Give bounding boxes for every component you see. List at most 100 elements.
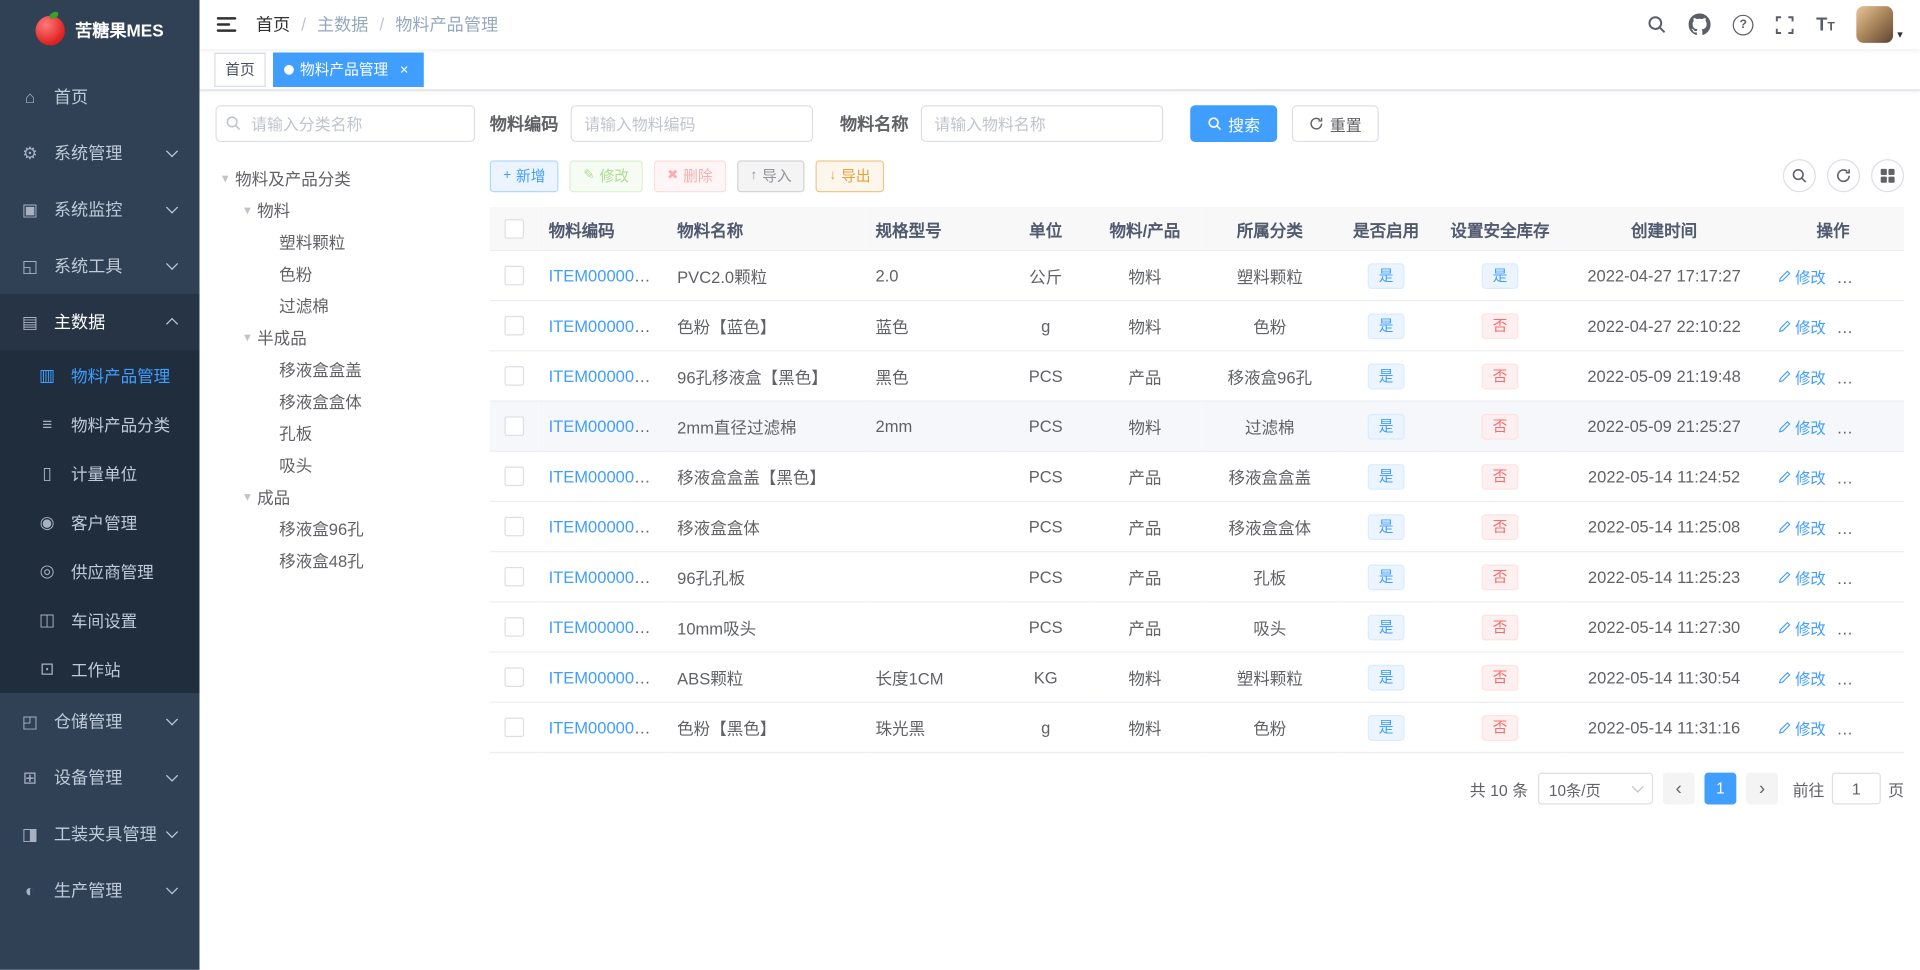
row-checkbox[interactable] (504, 316, 525, 336)
row-delete-link[interactable]: 删除 (1843, 465, 1890, 488)
sidebar-item[interactable]: ▯ 计量单位 (0, 448, 200, 498)
item-code-link[interactable]: ITEM00000055 (549, 668, 662, 686)
row-edit-link[interactable]: 修改 (1778, 465, 1826, 488)
item-code-link[interactable]: ITEM00000051 (549, 467, 662, 485)
page-jump-input[interactable] (1831, 772, 1881, 805)
row-edit-link[interactable]: 修改 (1778, 264, 1826, 287)
row-checkbox[interactable] (504, 265, 525, 286)
tree-node[interactable]: 移液盒盒盖 (216, 353, 476, 385)
fullscreen-icon[interactable] (1776, 15, 1794, 34)
avatar[interactable] (1856, 6, 1894, 43)
row-delete-link[interactable]: 删除 (1843, 364, 1890, 387)
action-button[interactable]: + 新增 (489, 159, 559, 192)
tree-node[interactable]: 移液盒盒体 (216, 384, 476, 416)
item-code-link[interactable]: ITEM00000049 (549, 417, 662, 435)
reset-button[interactable]: 重置 (1291, 105, 1379, 143)
tree-node[interactable]: 移液盒48孔 (216, 544, 476, 576)
row-delete-link[interactable]: 删除 (1843, 716, 1890, 739)
item-code-link[interactable]: ITEM00000054 (549, 618, 662, 636)
tree-node[interactable]: 物料及产品分类 (216, 162, 476, 194)
row-checkbox[interactable] (504, 567, 525, 587)
sidebar-toggle-icon[interactable] (200, 0, 254, 49)
sidebar-item[interactable]: ⚙ 系统管理 (0, 125, 200, 181)
tab[interactable]: 首页 (214, 52, 266, 87)
row-delete-link[interactable]: 删除 (1843, 414, 1890, 437)
tree-node[interactable]: 半成品 (216, 321, 476, 353)
tab-close-icon[interactable] (396, 61, 413, 78)
column-settings-button[interactable] (1871, 159, 1905, 193)
material-code-input[interactable] (570, 105, 814, 143)
row-checkbox[interactable] (504, 617, 525, 638)
category-search-input[interactable] (215, 105, 476, 143)
action-button[interactable]: ✖ 删除 (653, 159, 727, 192)
search-button[interactable]: 搜索 (1190, 105, 1278, 143)
page-size-select[interactable]: 10条/页 (1537, 772, 1654, 805)
sidebar-item[interactable]: ◉ 客户管理 (0, 497, 200, 547)
sidebar-item[interactable]: ≡ 物料产品分类 (0, 399, 200, 449)
sidebar-item[interactable]: ◰ 仓储管理 (0, 693, 200, 749)
breadcrumb-item[interactable]: 主数据 (290, 12, 368, 36)
row-edit-link[interactable]: 修改 (1778, 364, 1826, 387)
action-button[interactable]: ↑ 导入 (737, 159, 806, 192)
row-checkbox[interactable] (504, 366, 525, 386)
row-checkbox[interactable] (504, 416, 525, 437)
breadcrumb-item[interactable]: 首页 (256, 12, 290, 36)
row-delete-link[interactable]: 删除 (1843, 565, 1890, 588)
row-edit-link[interactable]: 修改 (1778, 615, 1826, 638)
sidebar-item[interactable]: ⌂ 首页 (0, 69, 200, 125)
sidebar-item[interactable]: ◫ 车间设置 (0, 595, 200, 645)
item-code-link[interactable]: ITEM00000046 (549, 367, 662, 385)
toggle-search-button[interactable] (1782, 159, 1816, 193)
row-checkbox[interactable] (504, 517, 525, 537)
sidebar-item[interactable]: ▥ 物料产品管理 (0, 350, 200, 400)
tree-node[interactable]: 物料 (216, 193, 476, 225)
sidebar-item[interactable]: ◎ 供应商管理 (0, 546, 200, 596)
row-edit-link[interactable]: 修改 (1778, 565, 1826, 588)
sidebar-item[interactable]: ⊡ 工作站 (0, 644, 200, 694)
row-edit-link[interactable]: 修改 (1778, 515, 1826, 538)
tree-node[interactable]: 塑料颗粒 (216, 225, 476, 257)
item-code-link[interactable]: ITEM00000053 (549, 568, 662, 586)
tree-node[interactable]: 吸头 (216, 448, 476, 480)
tree-node[interactable]: 色粉 (216, 257, 476, 289)
sidebar-item[interactable]: ▤ 主数据 (0, 293, 200, 351)
tree-node[interactable]: 孔板 (216, 416, 476, 448)
tree-node[interactable]: 成品 (216, 480, 476, 512)
item-code-link[interactable]: ITEM00000052 (549, 517, 662, 535)
item-code-link[interactable]: ITEM00000056 (549, 718, 662, 736)
github-icon[interactable] (1688, 13, 1711, 35)
row-delete-link[interactable]: 删除 (1843, 314, 1890, 337)
row-edit-link[interactable]: 修改 (1778, 716, 1826, 739)
sidebar-item[interactable]: ◐ 生产管理 (0, 862, 200, 918)
prev-page-button[interactable]: ‹ (1662, 772, 1695, 805)
row-delete-link[interactable]: 删除 (1843, 666, 1890, 689)
sidebar-item[interactable]: ◱ 系统工具 (0, 238, 200, 294)
sidebar-item[interactable]: ◨ 工装夹具管理 (0, 806, 200, 862)
action-button[interactable]: ✎ 修改 (569, 159, 643, 192)
refresh-button[interactable] (1826, 159, 1861, 193)
row-edit-link[interactable]: 修改 (1778, 666, 1826, 689)
help-icon[interactable]: ? (1732, 14, 1754, 35)
row-delete-link[interactable]: 删除 (1843, 264, 1890, 287)
row-checkbox[interactable] (504, 466, 525, 487)
font-size-icon[interactable]: TT (1816, 15, 1835, 33)
row-edit-link[interactable]: 修改 (1778, 314, 1826, 337)
breadcrumb-item[interactable]: 物料产品管理 (368, 12, 498, 36)
action-button[interactable]: ↓ 导出 (816, 159, 885, 192)
sidebar-item[interactable]: ⊞ 设备管理 (0, 749, 200, 805)
user-menu[interactable]: ▾ (1856, 6, 1903, 43)
row-checkbox[interactable] (504, 717, 525, 738)
row-edit-link[interactable]: 修改 (1778, 414, 1826, 437)
next-page-button[interactable]: › (1746, 772, 1778, 805)
row-delete-link[interactable]: 删除 (1843, 615, 1890, 638)
search-icon[interactable] (1647, 15, 1667, 35)
item-code-link[interactable]: ITEM00000041 (549, 317, 662, 335)
app-logo[interactable]: 苦糖果MES (0, 0, 200, 61)
material-name-input[interactable] (920, 105, 1164, 143)
select-all-checkbox[interactable] (504, 218, 525, 239)
item-code-link[interactable]: ITEM00000037 (549, 266, 662, 284)
sidebar-item[interactable]: ▣ 系统监控 (0, 181, 200, 237)
tree-node[interactable]: 过滤棉 (216, 289, 476, 321)
current-page-button[interactable]: 1 (1704, 772, 1737, 805)
row-delete-link[interactable]: 删除 (1843, 515, 1890, 538)
